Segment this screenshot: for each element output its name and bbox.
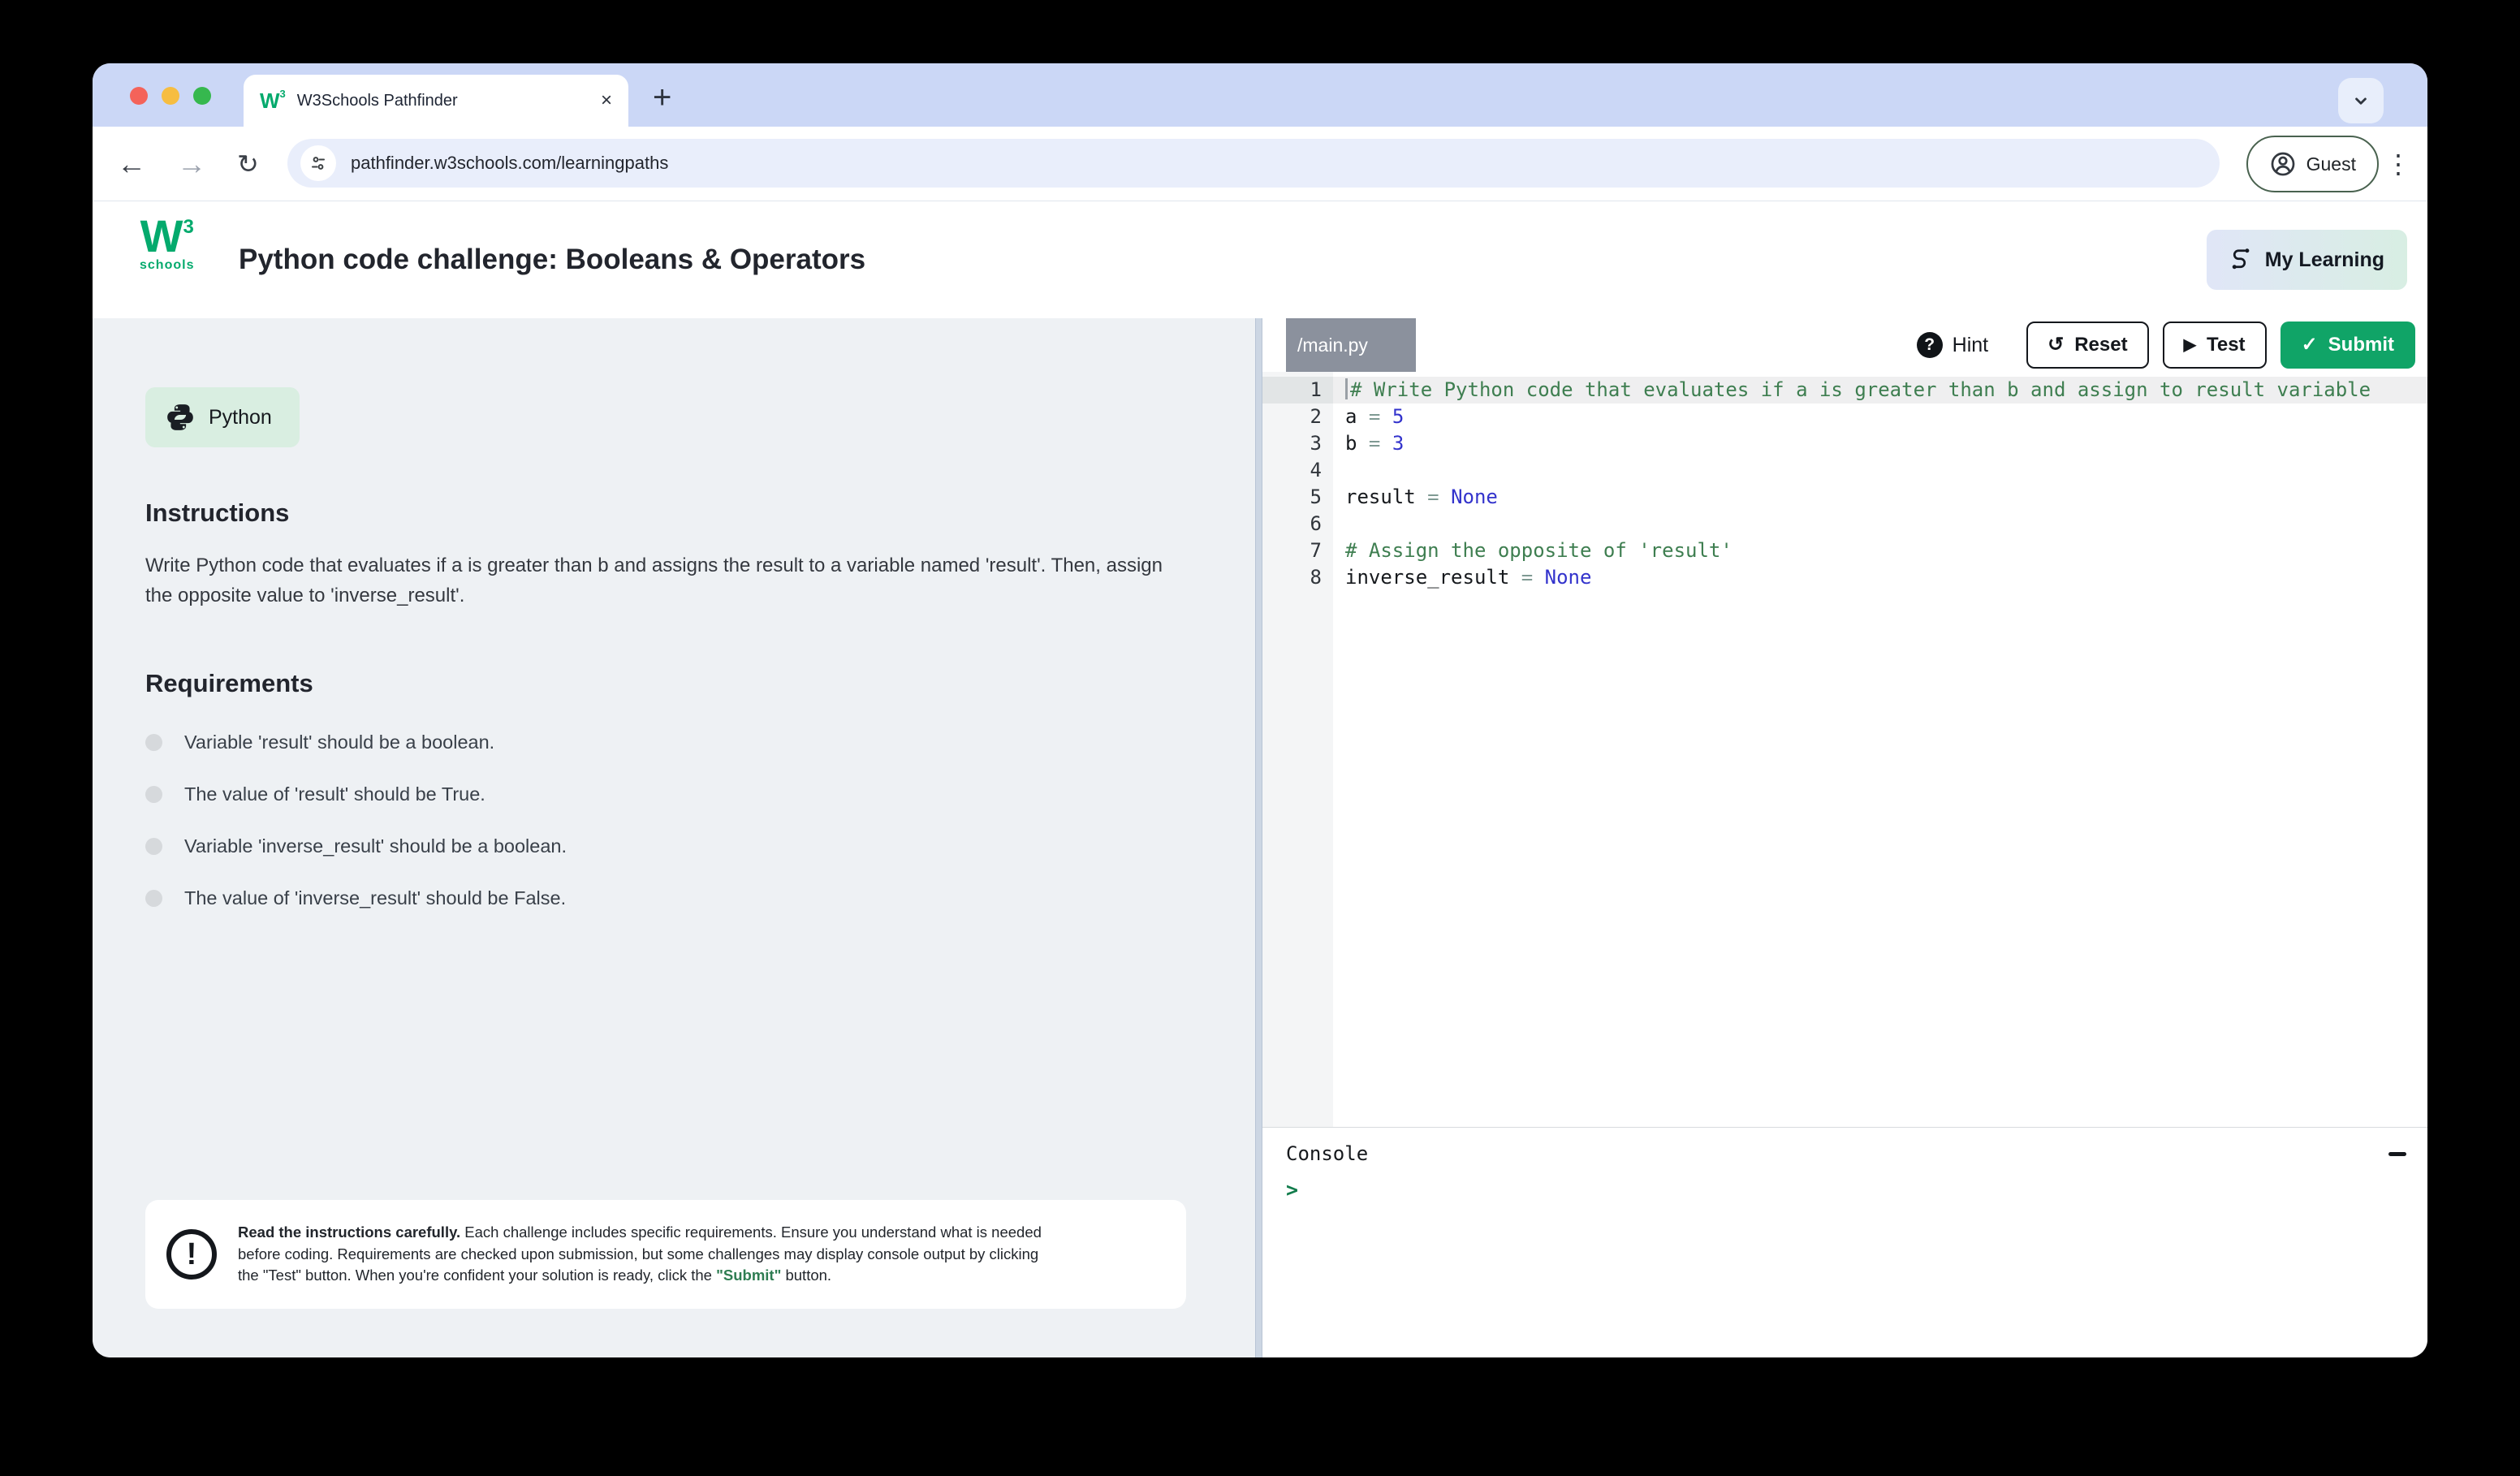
line-number: 7 — [1262, 537, 1333, 564]
window-close-button[interactable] — [130, 87, 148, 105]
window-zoom-button[interactable] — [193, 87, 211, 105]
requirements-list: Variable 'result' should be a boolean. T… — [145, 729, 567, 912]
line-number: 2 — [1262, 404, 1333, 430]
console-panel: Console > — [1262, 1127, 2427, 1357]
requirement-status-icon — [145, 838, 162, 855]
editor-actions: ? Hint ↺ Reset ▶ Test ✓ Submit — [1917, 318, 2415, 372]
requirement-status-icon — [145, 734, 162, 751]
language-label: Python — [209, 406, 272, 429]
code-text — [1333, 511, 1345, 537]
code-line[interactable]: 2 a = 5 — [1262, 404, 2427, 430]
instructions-heading: Instructions — [145, 498, 289, 528]
requirement-status-icon — [145, 786, 162, 803]
requirement-text: Variable 'result' should be a boolean. — [184, 732, 494, 753]
requirement-text: Variable 'inverse_result' should be a bo… — [184, 835, 567, 857]
code-area: 1 # Write Python code that evaluates if … — [1262, 372, 2427, 591]
w3schools-favicon-icon: W3 — [260, 90, 286, 111]
code-editor[interactable]: 1 # Write Python code that evaluates if … — [1262, 372, 2427, 1127]
tab-search-button[interactable] — [2338, 78, 2384, 123]
line-number: 4 — [1262, 457, 1333, 484]
requirement-item: The value of 'result' should be True. — [145, 781, 567, 808]
browser-toolbar: ← → ↻ pathfinder.w3schools.com/learningp… — [93, 127, 2427, 201]
code-line[interactable]: 5 result = None — [1262, 484, 2427, 511]
info-text: Read the instructions carefully. Each ch… — [238, 1222, 1050, 1287]
page-title: Python code challenge: Booleans & Operat… — [239, 244, 865, 276]
submit-highlight: "Submit" — [716, 1267, 781, 1284]
avatar-icon — [2269, 150, 2297, 178]
requirement-text: The value of 'result' should be True. — [184, 783, 485, 805]
code-line[interactable]: 3 b = 3 — [1262, 430, 2427, 457]
window-minimize-button[interactable] — [162, 87, 179, 105]
requirement-item: The value of 'inverse_result' should be … — [145, 885, 567, 912]
question-icon: ? — [1917, 332, 1943, 358]
reset-icon: ↺ — [2048, 335, 2064, 355]
code-line[interactable]: 7 # Assign the opposite of 'result' — [1262, 537, 2427, 564]
submit-button[interactable]: ✓ Submit — [2281, 322, 2415, 369]
back-button[interactable]: ← — [117, 149, 146, 179]
tab-title: W3Schools Pathfinder — [297, 92, 601, 110]
code-line[interactable]: 1 # Write Python code that evaluates if … — [1262, 377, 2427, 404]
code-text: inverse_result = None — [1333, 564, 1591, 591]
profile-button[interactable]: Guest — [2246, 136, 2379, 192]
panel-resizer[interactable] — [1255, 318, 1262, 1357]
editor-panel: /main.py ? Hint ↺ Reset ▶ Test — [1262, 318, 2427, 1357]
url-text: pathfinder.w3schools.com/learningpaths — [351, 153, 668, 174]
requirement-status-icon — [145, 890, 162, 907]
info-card: ! Read the instructions carefully. Each … — [145, 1200, 1186, 1309]
browser-tab[interactable]: W3 W3Schools Pathfinder × — [244, 75, 628, 127]
w3schools-logo[interactable]: W3 schools — [140, 216, 194, 273]
code-text: # Assign the opposite of 'result' — [1333, 537, 1732, 564]
console-label: Console — [1286, 1142, 1368, 1165]
alert-icon: ! — [166, 1229, 217, 1280]
main-content: Python Instructions Write Python code th… — [93, 318, 2427, 1357]
new-tab-button[interactable]: + — [653, 81, 671, 114]
traffic-lights — [130, 87, 211, 105]
learning-path-icon — [2229, 248, 2254, 272]
tab-close-icon[interactable]: × — [601, 91, 612, 110]
text-cursor — [1345, 378, 1348, 399]
hint-button[interactable]: ? Hint — [1917, 332, 1988, 358]
requirement-item: Variable 'inverse_result' should be a bo… — [145, 833, 567, 860]
requirement-item: Variable 'result' should be a boolean. — [145, 729, 567, 756]
instructions-text: Write Python code that evaluates if a is… — [145, 550, 1184, 611]
tab-strip: W3 W3Schools Pathfinder × + — [93, 63, 2427, 127]
code-text — [1333, 457, 1345, 484]
reset-button[interactable]: ↺ Reset — [2026, 322, 2148, 369]
code-text: result = None — [1333, 484, 1498, 511]
forward-button[interactable]: → — [177, 149, 206, 179]
file-tab-main-py[interactable]: /main.py — [1286, 318, 1416, 372]
line-number: 5 — [1262, 484, 1333, 511]
code-text: # Write Python code that evaluates if a … — [1333, 377, 2371, 404]
site-settings-icon[interactable] — [300, 145, 336, 181]
requirement-text: The value of 'inverse_result' should be … — [184, 887, 566, 909]
python-icon — [165, 402, 196, 433]
test-button[interactable]: ▶ Test — [2163, 322, 2267, 369]
code-line[interactable]: 4 — [1262, 457, 2427, 484]
guest-label: Guest — [2306, 153, 2356, 175]
browser-window: W3 W3Schools Pathfinder × + ← → ↻ pathfi… — [93, 63, 2427, 1357]
chevron-down-icon — [2350, 90, 2371, 111]
code-line[interactable]: 8 inverse_result = None — [1262, 564, 2427, 591]
line-number: 3 — [1262, 430, 1333, 457]
line-number: 6 — [1262, 511, 1333, 537]
challenge-panel: Python Instructions Write Python code th… — [93, 318, 1255, 1357]
python-badge: Python — [145, 387, 300, 447]
console-prompt: > — [1286, 1178, 2427, 1202]
check-icon: ✓ — [2302, 335, 2318, 355]
play-icon: ▶ — [2184, 337, 2196, 353]
address-bar[interactable]: pathfinder.w3schools.com/learningpaths — [287, 139, 2220, 188]
console-header: Console — [1262, 1128, 2427, 1165]
code-text: a = 5 — [1333, 404, 1404, 430]
collapse-console-icon[interactable] — [2388, 1152, 2406, 1156]
line-number: 8 — [1262, 564, 1333, 591]
reload-button[interactable]: ↻ — [237, 151, 259, 177]
line-number: 1 — [1262, 377, 1333, 404]
editor-toolbar: /main.py ? Hint ↺ Reset ▶ Test — [1262, 318, 2427, 372]
app-header: W3 schools Python code challenge: Boolea… — [93, 201, 2427, 318]
code-line[interactable]: 6 — [1262, 511, 2427, 537]
requirements-heading: Requirements — [145, 669, 313, 698]
code-text: b = 3 — [1333, 430, 1404, 457]
my-learning-button[interactable]: My Learning — [2207, 230, 2407, 290]
browser-menu-icon[interactable]: ⋮ — [2385, 149, 2411, 179]
